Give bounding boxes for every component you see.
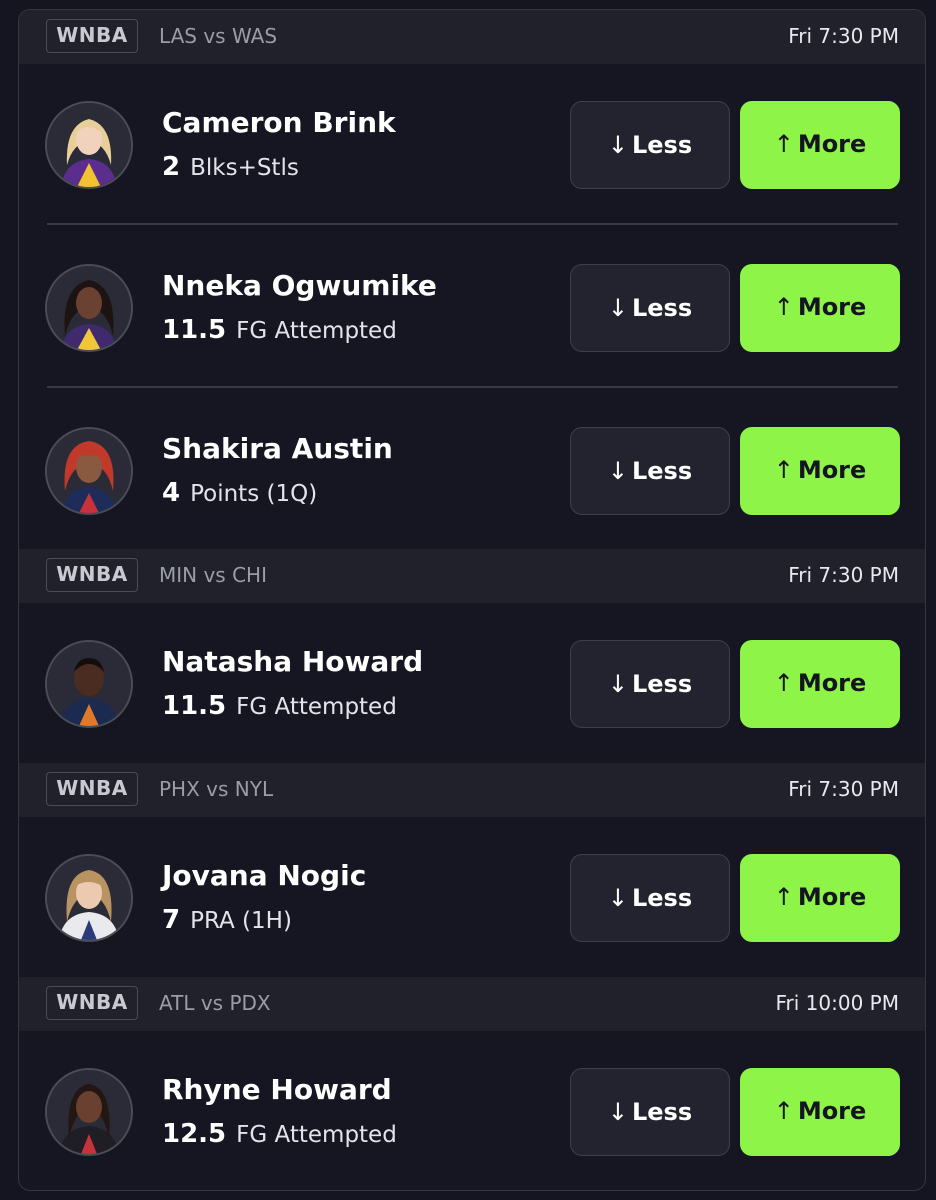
player-avatar (45, 101, 133, 189)
league-badge: WNBA (46, 772, 138, 806)
row-divider (47, 223, 898, 225)
league-badge: WNBA (46, 986, 138, 1020)
less-button[interactable]: ↓ Less (570, 640, 730, 728)
matchup-label: ATL vs PDX (159, 991, 271, 1015)
game-time: Fri 10:00 PM (775, 991, 900, 1015)
stat-type: PRA (1H) (190, 908, 292, 934)
arrow-up-icon: ↑ (773, 293, 794, 321)
projection-line: 7 PRA (1H) (162, 903, 292, 940)
stat-type: Blks+Stls (190, 155, 299, 181)
more-button[interactable]: ↑ More (740, 264, 900, 352)
arrow-up-icon: ↑ (773, 130, 794, 158)
player-row: Shakira Austin 4 Points (1Q) ↓ Less ↑ More (19, 390, 925, 552)
arrow-up-icon: ↑ (773, 456, 794, 484)
less-button[interactable]: ↓ Less (570, 854, 730, 942)
stat-type: FG Attempted (236, 1122, 397, 1148)
player-row: Nneka Ogwumike 11.5 FG Attempted ↓ Less ↑ M… (19, 227, 925, 389)
game-header: WNBA PHX vs NYL Fri 7:30 PM (19, 763, 925, 817)
arrow-up-icon: ↑ (773, 669, 794, 697)
projection-line: 12.5 FG Attempted (162, 1117, 397, 1154)
player-name: Rhyne Howard (162, 1073, 392, 1106)
more-button[interactable]: ↑ More (740, 427, 900, 515)
more-button-label: More (797, 456, 867, 484)
stat-type: FG Attempted (236, 318, 397, 344)
more-button-label: More (797, 130, 867, 158)
player-name: Cameron Brink (162, 106, 396, 139)
player-avatar (45, 854, 133, 942)
less-button[interactable]: ↓ Less (570, 101, 730, 189)
less-button-label: Less (631, 884, 693, 912)
player-name: Jovana Nogic (162, 859, 367, 892)
projection-line: 2 Blks+Stls (162, 150, 299, 187)
game-time: Fri 7:30 PM (788, 777, 899, 801)
game-time: Fri 7:30 PM (788, 24, 899, 48)
line-value: 2 (162, 152, 181, 182)
line-value: 7 (162, 905, 181, 935)
player-name: Shakira Austin (162, 432, 393, 465)
player-row: Rhyne Howard 12.5 FG Attempted ↓ Less ↑ Mor… (19, 1031, 925, 1190)
line-value: 11.5 (162, 315, 227, 345)
arrow-down-icon: ↓ (607, 884, 628, 912)
player-row: Natasha Howard 11.5 FG Attempted ↓ Less ↑ M… (19, 603, 925, 765)
player-avatar (45, 427, 133, 515)
less-button-label: Less (631, 670, 693, 698)
game-time: Fri 7:30 PM (788, 563, 899, 587)
matchup-label: LAS vs WAS (159, 24, 278, 48)
arrow-up-icon: ↑ (773, 1097, 794, 1125)
matchup-label: PHX vs NYL (159, 777, 274, 801)
player-name: Nneka Ogwumike (162, 269, 437, 302)
projection-line: 11.5 FG Attempted (162, 689, 397, 726)
arrow-down-icon: ↓ (607, 131, 628, 159)
more-button-label: More (797, 293, 867, 321)
more-button-label: More (797, 883, 867, 911)
projection-line: 4 Points (1Q) (162, 476, 317, 513)
less-button-label: Less (631, 131, 693, 159)
arrow-down-icon: ↓ (607, 294, 628, 322)
game-header: WNBA LAS vs WAS Fri 7:30 PM (19, 10, 925, 64)
league-badge: WNBA (46, 19, 138, 53)
player-avatar (45, 640, 133, 728)
player-row: Jovana Nogic 7 PRA (1H) ↓ Less ↑ More (19, 817, 925, 979)
line-value: 12.5 (162, 1119, 227, 1149)
picks-panel: WNBA LAS vs WAS Fri 7:30 PM Cameron Brin… (18, 9, 926, 1191)
arrow-down-icon: ↓ (607, 457, 628, 485)
more-button[interactable]: ↑ More (740, 1068, 900, 1156)
less-button-label: Less (631, 1098, 693, 1126)
projection-line: 11.5 FG Attempted (162, 313, 397, 350)
game-header: WNBA ATL vs PDX Fri 10:00 PM (19, 977, 925, 1031)
league-badge: WNBA (46, 558, 138, 592)
arrow-down-icon: ↓ (607, 1098, 628, 1126)
player-avatar (45, 1068, 133, 1156)
arrow-up-icon: ↑ (773, 883, 794, 911)
less-button[interactable]: ↓ Less (570, 264, 730, 352)
more-button[interactable]: ↑ More (740, 854, 900, 942)
arrow-down-icon: ↓ (607, 670, 628, 698)
more-button-label: More (797, 1097, 867, 1125)
line-value: 4 (162, 478, 181, 508)
less-button[interactable]: ↓ Less (570, 1068, 730, 1156)
more-button-label: More (797, 669, 867, 697)
player-row: Cameron Brink 2 Blks+Stls ↓ Less ↑ More (19, 64, 925, 226)
less-button-label: Less (631, 457, 693, 485)
player-name: Natasha Howard (162, 645, 424, 678)
less-button[interactable]: ↓ Less (570, 427, 730, 515)
player-avatar (45, 264, 133, 352)
row-divider (47, 386, 898, 388)
more-button[interactable]: ↑ More (740, 640, 900, 728)
line-value: 11.5 (162, 691, 227, 721)
less-button-label: Less (631, 294, 693, 322)
game-header: WNBA MIN vs CHI Fri 7:30 PM (19, 549, 925, 603)
matchup-label: MIN vs CHI (159, 563, 267, 587)
stat-type: FG Attempted (236, 694, 397, 720)
stat-type: Points (1Q) (190, 481, 318, 507)
more-button[interactable]: ↑ More (740, 101, 900, 189)
